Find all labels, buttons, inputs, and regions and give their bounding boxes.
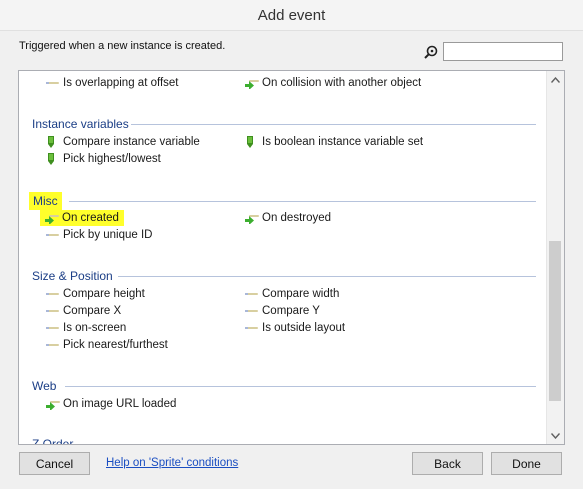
condition-icon xyxy=(45,339,61,351)
item-label: On collision with another object xyxy=(262,77,422,89)
condition-icon xyxy=(244,322,260,334)
item-label: Pick nearest/furthest xyxy=(63,339,168,351)
condition-icon xyxy=(45,322,61,334)
category-divider xyxy=(131,124,536,125)
search-icon xyxy=(424,45,438,59)
category-heading: Misc xyxy=(29,192,62,210)
item-label: Is on-screen xyxy=(63,322,127,334)
item-label: Compare Y xyxy=(262,305,320,317)
scroll-up-arrow-icon[interactable] xyxy=(547,71,564,88)
trigger-arrow-icon xyxy=(45,398,61,410)
condition-icon xyxy=(244,288,260,300)
event-description: Triggered when a new instance is created… xyxy=(19,40,226,52)
category-heading: Web xyxy=(32,379,57,393)
scroll-down-arrow-icon[interactable] xyxy=(547,427,564,444)
list-item[interactable]: Is boolean instance variable set xyxy=(244,136,423,148)
list-item[interactable]: On destroyed xyxy=(244,212,331,224)
category-heading: Z Order xyxy=(32,437,74,445)
vertical-scrollbar[interactable] xyxy=(546,71,564,444)
item-label: On image URL loaded xyxy=(63,398,177,410)
trigger-arrow-icon xyxy=(244,77,260,89)
item-label: Is boolean instance variable set xyxy=(262,136,424,148)
title-bar: Add event xyxy=(0,0,583,31)
item-label: Is overlapping at offset xyxy=(63,77,179,89)
category-heading: Size & Position xyxy=(32,269,113,283)
trigger-arrow-icon xyxy=(44,212,60,224)
condition-icon xyxy=(45,305,61,317)
search-input[interactable] xyxy=(443,42,563,61)
condition-icon xyxy=(45,77,61,89)
condition-icon xyxy=(45,288,61,300)
list-item[interactable]: Compare X xyxy=(45,305,121,317)
list-item[interactable]: Pick by unique ID xyxy=(45,229,153,241)
list-item[interactable]: Compare instance variable xyxy=(45,136,200,148)
scrollbar-thumb[interactable] xyxy=(549,241,561,401)
variable-icon xyxy=(45,153,61,165)
item-label: On destroyed xyxy=(262,212,332,224)
condition-icon xyxy=(244,305,260,317)
category-heading: Instance variables xyxy=(32,117,129,131)
list-item[interactable]: Compare Y xyxy=(244,305,320,317)
trigger-arrow-icon xyxy=(244,212,260,224)
item-label: Is outside layout xyxy=(262,322,346,334)
item-label: Compare X xyxy=(63,305,122,317)
list-item[interactable]: Is overlapping at offset xyxy=(45,77,179,89)
list-item[interactable]: Is on-screen xyxy=(45,322,126,334)
cancel-button[interactable]: Cancel xyxy=(19,452,90,475)
list-item[interactable]: Compare width xyxy=(244,288,339,300)
item-label: On created xyxy=(62,212,119,224)
list-item[interactable]: Compare height xyxy=(45,288,145,300)
item-label: Compare height xyxy=(63,288,145,300)
item-label: Compare instance variable xyxy=(63,136,200,148)
list-item[interactable]: Is outside layout xyxy=(244,322,345,334)
category-divider xyxy=(118,276,536,277)
window-title: Add event xyxy=(257,6,326,24)
item-label: Compare width xyxy=(262,288,340,300)
category-divider xyxy=(65,386,536,387)
back-button[interactable]: Back xyxy=(412,452,483,475)
event-list[interactable]: Is overlapping at offset On collision wi… xyxy=(18,70,565,445)
variable-icon xyxy=(45,136,61,148)
list-item[interactable]: On collision with another object xyxy=(244,77,421,89)
list-item-selected[interactable]: On created xyxy=(40,210,124,226)
condition-icon xyxy=(45,229,61,241)
done-button[interactable]: Done xyxy=(491,452,562,475)
list-item[interactable]: Pick highest/lowest xyxy=(45,153,161,165)
list-item[interactable]: On image URL loaded xyxy=(45,398,176,410)
help-link[interactable]: Help on 'Sprite' conditions xyxy=(106,457,238,469)
item-label: Pick by unique ID xyxy=(63,229,153,241)
variable-icon xyxy=(244,136,260,148)
item-label: Pick highest/lowest xyxy=(63,153,161,165)
list-item[interactable]: Pick nearest/furthest xyxy=(45,339,168,351)
category-divider xyxy=(69,201,536,202)
